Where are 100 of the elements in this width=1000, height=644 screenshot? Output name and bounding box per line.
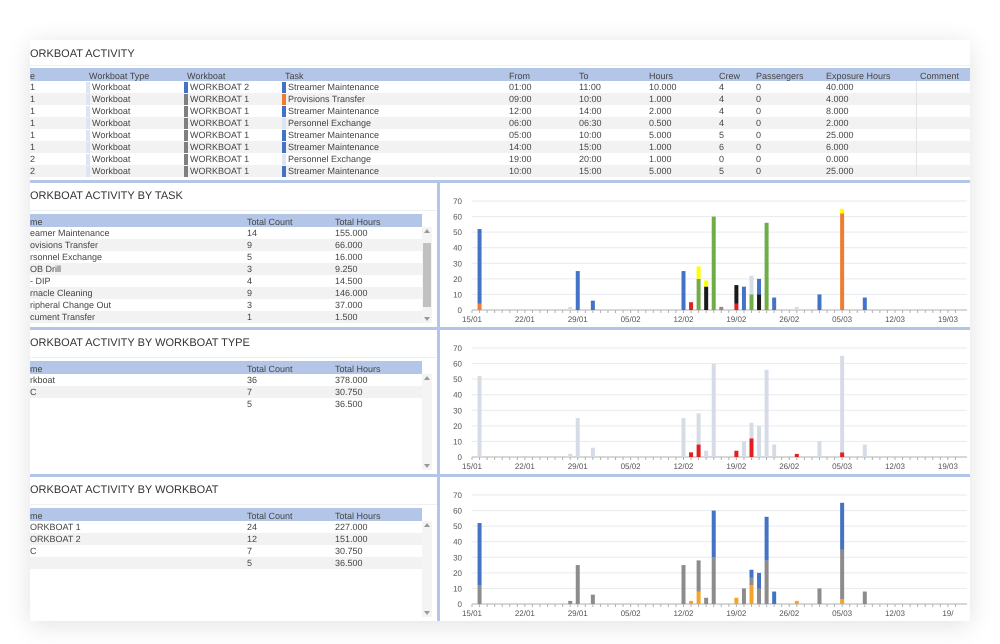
axis-label: 15/01 <box>462 609 482 618</box>
axis-label: 19/02 <box>726 315 746 324</box>
table-cell: WORKBOAT 1 <box>190 166 250 176</box>
column-header[interactable]: From <box>509 70 530 80</box>
table-cell: 227.000 <box>335 522 368 532</box>
section-title: ORKBOAT ACTIVITY BY WORKBOAT TYPE <box>30 330 437 358</box>
table-cell: 4 <box>247 276 252 286</box>
column-header[interactable]: Total Hours <box>335 364 381 374</box>
table-cell: 7 <box>247 546 252 556</box>
table-cell: Workboat <box>92 154 130 164</box>
table-cell: 40.000 <box>826 82 854 92</box>
axis-label: 19/03 <box>938 315 958 324</box>
bar-segment <box>772 298 776 310</box>
bar-segment <box>794 306 799 310</box>
axis-label: 0 <box>458 600 462 609</box>
table-cell: 0 <box>756 118 762 128</box>
scroll-up-icon[interactable] <box>424 229 430 233</box>
axis-label: 29/01 <box>568 315 588 324</box>
table-cell: 15:00 <box>579 142 602 152</box>
table-cell: C <box>30 546 36 556</box>
table-cell: WORKBOAT 1 <box>190 130 250 140</box>
column-header[interactable]: e <box>30 70 36 80</box>
column-header[interactable]: Workboat Type <box>89 70 150 80</box>
table-cell: ORKBOAT 2 <box>30 534 81 544</box>
section-title: ORKBOAT ACTIVITY BY WORKBOAT <box>30 477 437 505</box>
column-header[interactable]: Total Count <box>247 364 293 374</box>
table-cell: 1 <box>30 130 36 140</box>
bar-segment <box>794 454 799 457</box>
scrollbar[interactable] <box>422 521 432 617</box>
bar-segment <box>576 418 580 457</box>
axis-label: 20 <box>453 274 462 284</box>
column-header[interactable]: Exposure Hours <box>826 70 891 80</box>
bar-segment <box>817 294 822 310</box>
bar-segment <box>742 441 746 457</box>
table-cell: 12 <box>247 534 258 544</box>
column-header[interactable]: Workboat <box>187 70 226 80</box>
table-cell: Personnel Exchange <box>288 154 372 164</box>
table-cell: Provisions Transfer <box>288 94 366 104</box>
column-header[interactable]: me <box>30 216 43 226</box>
table-cell: rkboat <box>30 374 56 384</box>
axis-label: 40 <box>453 244 462 253</box>
axis-label: 26/02 <box>779 609 800 618</box>
table-cell: 1 <box>30 142 36 152</box>
table-cell: Workboat <box>92 94 130 104</box>
column-header[interactable]: Task <box>285 70 304 80</box>
table-cell: 4 <box>719 118 724 128</box>
table-cell: 36.500 <box>335 558 363 568</box>
table-cell: 06:00 <box>509 118 532 128</box>
table-cell: Workboat <box>92 82 130 92</box>
scroll-up-icon[interactable] <box>424 523 430 527</box>
scrollbar[interactable] <box>422 374 432 470</box>
column-header[interactable]: me <box>30 364 43 374</box>
bar-segment <box>862 444 867 457</box>
table-cell: 24 <box>247 522 258 532</box>
column-header[interactable]: Hours <box>649 70 674 80</box>
scroll-down-icon[interactable] <box>424 317 430 321</box>
table-cell: 30.750 <box>335 546 363 556</box>
table-cell: 2 <box>30 154 36 164</box>
axis-label: 22/01 <box>514 315 535 324</box>
bar-segment <box>689 302 694 310</box>
axis-label: 26/02 <box>779 462 800 471</box>
table-cell: 1.000 <box>649 94 672 104</box>
scrollbar[interactable] <box>422 227 432 323</box>
axis-label: 22/01 <box>514 609 535 618</box>
scroll-down-icon[interactable] <box>424 464 430 468</box>
table-cell: 8.000 <box>826 106 849 116</box>
scroll-down-icon[interactable] <box>424 611 430 615</box>
table-cell: 5.000 <box>649 166 672 176</box>
table-cell: 14 <box>247 228 258 238</box>
axis-label: 12/03 <box>885 315 906 324</box>
bar-segment <box>590 448 595 457</box>
table-cell: 1 <box>30 94 36 104</box>
column-header[interactable]: Total Count <box>247 510 293 520</box>
column-header[interactable]: Total Count <box>247 216 293 226</box>
axis-label: 40 <box>453 390 462 400</box>
table-cell: 12:00 <box>509 106 532 116</box>
column-header[interactable]: To <box>579 70 589 80</box>
column-header[interactable]: Crew <box>719 70 740 80</box>
table-cell: eamer Maintenance <box>30 228 110 238</box>
scroll-up-icon[interactable] <box>424 376 430 380</box>
table-cell: 1 <box>247 312 252 322</box>
axis-label: 15/01 <box>462 462 482 471</box>
scroll-thumb[interactable] <box>423 243 431 307</box>
table-cell: 16.000 <box>335 252 363 262</box>
column-header[interactable]: Passengers <box>756 70 804 80</box>
table-cell: 11:00 <box>579 82 601 92</box>
column-header[interactable]: me <box>30 510 43 520</box>
column-header[interactable]: Total Hours <box>335 216 381 226</box>
table-cell: WORKBOAT 1 <box>190 142 250 152</box>
column-header[interactable]: Total Hours <box>335 510 381 520</box>
table-cell: 20:00 <box>579 154 602 164</box>
table-cell: 1.500 <box>335 312 358 322</box>
axis-label: 29/01 <box>568 462 588 471</box>
axis-label: 29/01 <box>568 609 588 618</box>
column-header[interactable]: Comment <box>920 70 960 80</box>
bar-segment <box>862 298 867 310</box>
bar-segment <box>590 594 595 604</box>
table-cell: OB Drill <box>30 264 61 274</box>
axis-label: 60 <box>453 506 462 516</box>
table-cell: 0 <box>756 94 762 104</box>
